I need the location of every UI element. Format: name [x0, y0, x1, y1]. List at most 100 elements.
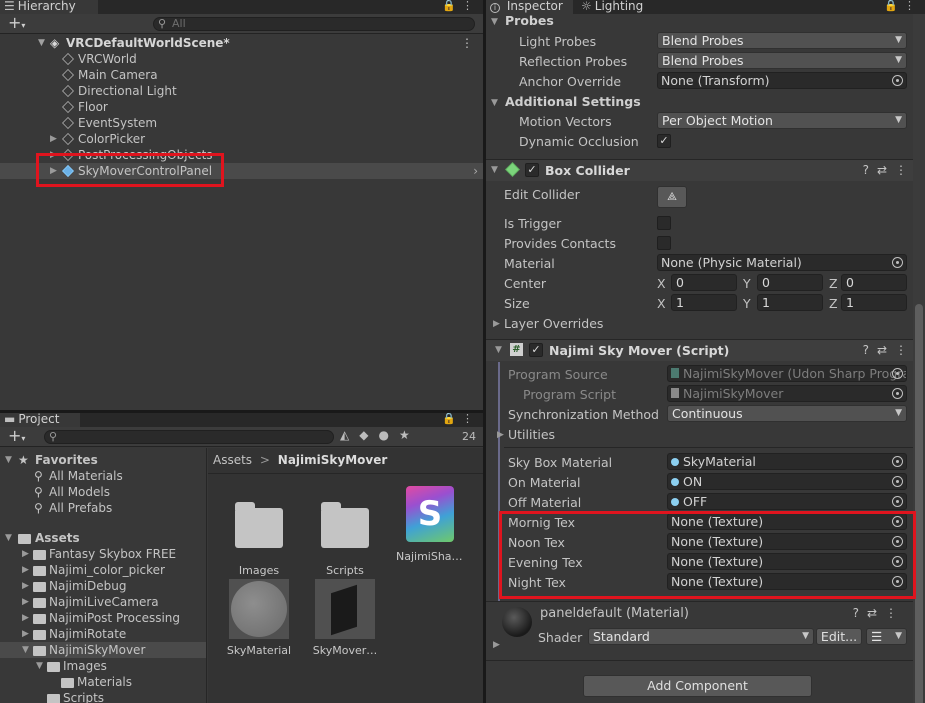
add-icon[interactable]: +▾ [8, 426, 25, 445]
expand-arrow-icon[interactable]: ▶ [22, 626, 29, 642]
collapse-arrow-icon[interactable]: ▼ [491, 165, 498, 175]
motion-vectors-dropdown[interactable]: Per Object Motion ▼ [657, 112, 907, 129]
component-enabled-checkbox[interactable]: ✓ [529, 343, 543, 357]
help-icon[interactable]: ? [863, 343, 877, 357]
scene-row[interactable]: ▼ ◈ VRCDefaultWorldScene* ⋮ [0, 35, 483, 51]
dynamic-occlusion-checkbox[interactable]: ✓ [657, 134, 671, 148]
layer-overrides-label[interactable]: Layer Overrides [504, 316, 603, 331]
expand-arrow-icon[interactable]: ▶ [50, 131, 57, 147]
component-enabled-checkbox[interactable]: ✓ [525, 163, 539, 177]
settings-sliders-icon[interactable]: ⇄ [877, 163, 895, 177]
expand-arrow-icon[interactable]: ▶ [493, 640, 500, 650]
scene-menu-icon[interactable]: ⋮ [461, 35, 473, 51]
asset-tile[interactable]: Images [226, 496, 292, 577]
lock-icon[interactable]: 🔒 [442, 413, 462, 425]
inspector-scrollbar[interactable] [913, 14, 925, 703]
reflection-probes-dropdown[interactable]: Blend Probes ▼ [657, 52, 907, 69]
asset-tile[interactable]: S NajimiSha… [396, 486, 463, 576]
box-collider-header[interactable]: ▼ ✓ Box Collider ?⇄⋮ [486, 159, 925, 181]
tab-inspector[interactable]: i Inspector [486, 0, 573, 14]
expand-arrow-icon[interactable]: ▶ [22, 594, 29, 610]
collapse-arrow-icon[interactable]: ▼ [491, 98, 498, 108]
object-picker-icon[interactable] [892, 456, 903, 467]
object-picker-icon[interactable] [892, 496, 903, 507]
add-component-button[interactable]: Add Component [583, 675, 812, 697]
collapse-arrow-icon[interactable]: ▼ [495, 345, 502, 355]
more-icon[interactable]: ⋮ [904, 0, 921, 12]
asset-folder-selected[interactable]: ▼ NajimiSkyMover [0, 642, 206, 658]
center-y-field[interactable]: 0 [757, 274, 823, 291]
asset-folder[interactable]: ▶ NajimiPost Processing [0, 610, 206, 626]
edit-collider-button[interactable]: ⟁ [657, 186, 687, 208]
provides-contacts-checkbox[interactable] [657, 236, 671, 250]
probes-title[interactable]: Probes [505, 13, 554, 28]
center-z-field[interactable]: 0 [841, 274, 907, 291]
more-icon[interactable]: ⋮ [462, 0, 479, 12]
type-filter-icon[interactable]: ◭ [340, 428, 359, 442]
breadcrumb-assets[interactable]: Assets [213, 453, 252, 467]
project-search-input[interactable]: ⚲ [44, 430, 334, 444]
favorites-header[interactable]: ▼ ★ Favorites [0, 452, 206, 468]
scrollbar-thumb[interactable] [915, 304, 923, 703]
tab-project[interactable]: ▬ Project [0, 413, 80, 427]
collapse-arrow-icon[interactable]: ▼ [491, 17, 498, 27]
assets-header[interactable]: ▼ Assets [0, 530, 206, 546]
expand-arrow-icon[interactable]: ▼ [5, 530, 12, 546]
evening-tex-field[interactable]: None (Texture) [667, 553, 907, 570]
noon-tex-field[interactable]: None (Texture) [667, 533, 907, 550]
expand-arrow-icon[interactable]: ▼ [5, 452, 12, 468]
hierarchy-item-selected[interactable]: ▶ SkyMoverControlPanel › [0, 163, 483, 179]
add-icon[interactable]: +▾ [8, 13, 25, 32]
label-filter-icon[interactable]: ◆ [359, 428, 378, 442]
size-y-field[interactable]: 1 [757, 294, 823, 311]
expand-arrow-icon[interactable]: ▶ [22, 562, 29, 578]
hierarchy-item[interactable]: EventSystem [0, 115, 483, 131]
skybox-material-field[interactable]: SkyMaterial [667, 453, 907, 470]
shader-dropdown[interactable]: Standard ▼ [588, 628, 814, 645]
help-icon[interactable]: ? [863, 163, 877, 177]
asset-folder[interactable]: ▶ NajimiDebug [0, 578, 206, 594]
size-x-field[interactable]: 1 [671, 294, 737, 311]
expand-arrow-icon[interactable]: ▼ [22, 642, 29, 658]
favorite-item[interactable]: ⚲ All Prefabs [0, 500, 206, 516]
asset-tile[interactable]: SkyMaterial [226, 576, 292, 666]
object-picker-icon[interactable] [892, 576, 903, 587]
hierarchy-item[interactable]: ▶ ColorPicker [0, 131, 483, 147]
asset-folder[interactable]: ▶ NajimiRotate [0, 626, 206, 642]
more-icon[interactable]: ⋮ [885, 606, 905, 620]
asset-tile[interactable]: Scripts [312, 496, 378, 577]
sync-method-dropdown[interactable]: Continuous ▼ [667, 405, 907, 422]
expand-arrow-icon[interactable]: ▶ [497, 430, 504, 440]
script-component-header[interactable]: ▼ # ✓ Najimi Sky Mover (Script) ?⇄⋮ [486, 339, 925, 361]
asset-folder[interactable]: ▶ NajimiLiveCamera [0, 594, 206, 610]
additional-settings-title[interactable]: Additional Settings [505, 94, 641, 109]
object-picker-icon[interactable] [892, 75, 903, 86]
hierarchy-item[interactable]: Main Camera [0, 67, 483, 83]
asset-folder[interactable]: ▶ Fantasy Skybox FREE [0, 546, 206, 562]
expand-arrow-icon[interactable]: ▶ [50, 147, 57, 163]
expand-arrow-icon[interactable]: ▼ [38, 35, 45, 51]
star-icon[interactable]: ★ [399, 428, 420, 442]
help-icon[interactable]: ? [853, 606, 867, 620]
more-icon[interactable]: ⋮ [462, 413, 479, 425]
is-trigger-checkbox[interactable] [657, 216, 671, 230]
more-icon[interactable]: ⋮ [895, 163, 915, 177]
breadcrumb-current[interactable]: NajimiSkyMover [278, 453, 388, 467]
lock-icon[interactable]: 🔒 [884, 0, 904, 12]
settings-sliders-icon[interactable]: ⇄ [877, 343, 895, 357]
hierarchy-search-input[interactable]: ⚲ All [153, 17, 475, 31]
expand-arrow-icon[interactable]: ▶ [50, 163, 57, 179]
chevron-right-icon[interactable]: › [473, 163, 478, 179]
light-probes-dropdown[interactable]: Blend Probes ▼ [657, 32, 907, 49]
night-tex-field[interactable]: None (Texture) [667, 573, 907, 590]
expand-arrow-icon[interactable]: ▶ [22, 610, 29, 626]
hierarchy-item[interactable]: VRCWorld [0, 51, 483, 67]
expand-arrow-icon[interactable]: ▶ [22, 546, 29, 562]
hidden-count[interactable]: 24 [462, 430, 476, 443]
favorite-item[interactable]: ⚲ All Materials [0, 468, 206, 484]
shader-options-dropdown[interactable]: ☰ ▼ [866, 628, 907, 645]
asset-tile[interactable]: SkyMover… [312, 576, 378, 666]
asset-subfolder[interactable]: Materials [0, 674, 206, 690]
asset-subfolder[interactable]: ▼ Images [0, 658, 206, 674]
settings-sliders-icon[interactable]: ⇄ [867, 606, 885, 620]
